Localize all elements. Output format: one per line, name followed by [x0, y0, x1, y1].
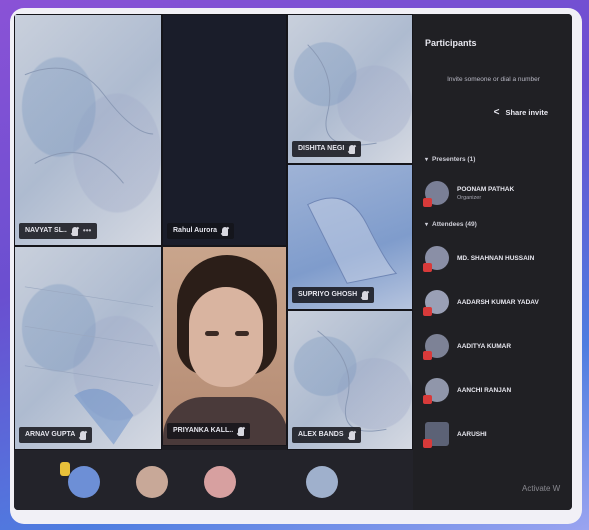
mic-off-icon: [348, 430, 355, 440]
participant-name-tag: Rahul Aurora: [167, 223, 235, 239]
share-invite-button[interactable]: < Share invite: [425, 107, 548, 118]
mic-off-icon: [71, 226, 78, 236]
presenters-section-toggle[interactable]: ▾ Presenters (1): [425, 156, 562, 163]
avatar[interactable]: [136, 466, 168, 498]
participant-name: NAVYAT SL..: [25, 227, 67, 234]
participant-name: SUPRIYO GHOSH: [298, 291, 358, 298]
panel-title: Participants: [425, 38, 477, 48]
video-tile-1[interactable]: NAVYAT SL.. •••: [14, 14, 162, 246]
video-tile-7[interactable]: ALEX BANDS: [287, 310, 413, 450]
participant-name: Rahul Aurora: [173, 227, 218, 234]
avatar: [423, 246, 449, 272]
chevron-down-icon: ▾: [425, 222, 429, 228]
raise-hand-icon: [60, 462, 70, 476]
participant-name: DISHITA NEGI: [298, 145, 345, 152]
avatar: [423, 290, 449, 316]
participant-role: Organizer: [457, 194, 482, 201]
participant-name: AADITYA KUMAR: [457, 342, 512, 350]
participant-name-tag: ARNAV GUPTA: [19, 427, 93, 443]
participant-name-tag: PRIYANKA KALL..: [167, 423, 251, 439]
avatar[interactable]: [306, 466, 338, 498]
person-face: [189, 287, 263, 387]
map-lines: [24, 67, 154, 184]
participant-name: ARNAV GUPTA: [25, 431, 76, 438]
video-tile-6[interactable]: PRIYANKA KALL..: [162, 246, 287, 446]
section-label: Attendees (49): [432, 221, 477, 228]
map-lines: [24, 286, 154, 445]
video-tile-3[interactable]: DISHITA NEGI: [287, 14, 413, 164]
participant-name-tag: ALEX BANDS: [292, 427, 361, 443]
avatar[interactable]: [204, 466, 236, 498]
list-item[interactable]: AADARSH KUMAR YADAV: [423, 280, 562, 324]
invite-input[interactable]: Invite someone or dial a number: [425, 76, 562, 83]
list-item[interactable]: MD. SHAHNAN HUSSAIN: [423, 236, 562, 280]
participant-name: PRIYANKA KALL..: [173, 427, 234, 434]
chevron-down-icon: ▾: [425, 157, 429, 163]
participant-name: AADARSH KUMAR YADAV: [457, 298, 539, 306]
mic-off-icon: [349, 144, 356, 154]
person-eye: [235, 331, 249, 336]
list-item[interactable]: POONAM PATHAK Organizer: [423, 171, 562, 215]
mic-off-icon: [238, 426, 245, 436]
list-item[interactable]: AADITYA KUMAR: [423, 324, 562, 368]
mic-off-icon: [362, 290, 369, 300]
meeting-window: NAVYAT SL.. ••• Rahul Aurora DISHITA NEG…: [14, 14, 572, 510]
list-item[interactable]: AANCHI RANJAN: [423, 368, 562, 412]
participants-panel: Participants Invite someone or dial a nu…: [413, 14, 572, 510]
video-tile-4[interactable]: SUPRIYO GHOSH: [287, 164, 413, 310]
section-label: Presenters (1): [432, 156, 476, 163]
activate-windows-watermark: Activate W: [522, 484, 561, 493]
attendees-section-toggle[interactable]: ▾ Attendees (49): [425, 221, 562, 228]
participant-name-tag: SUPRIYO GHOSH: [292, 287, 375, 303]
participant-name: MD. SHAHNAN HUSSAIN: [457, 254, 535, 262]
video-tile-5[interactable]: ARNAV GUPTA: [14, 246, 162, 450]
share-label: Share invite: [505, 108, 548, 117]
participant-name: AANCHI RANJAN: [457, 386, 512, 394]
avatar: [423, 422, 449, 448]
avatar: [423, 181, 449, 207]
participant-name-tag: DISHITA NEGI: [292, 141, 362, 157]
more-options-icon[interactable]: •••: [83, 223, 91, 239]
participant-name: POONAM PATHAK: [457, 185, 515, 193]
mic-off-icon: [222, 226, 229, 236]
participant-strip: [14, 450, 413, 510]
avatar: [423, 378, 449, 404]
mic-off-icon: [80, 430, 87, 440]
share-icon: <: [493, 107, 500, 118]
video-tile-2[interactable]: Rahul Aurora: [162, 14, 287, 246]
participant-name-tag: NAVYAT SL.. •••: [19, 223, 98, 239]
participant-name: AARUSHI: [457, 430, 487, 438]
list-item[interactable]: AARUSHI: [423, 412, 562, 456]
person-eye: [205, 331, 219, 336]
participant-name: ALEX BANDS: [298, 431, 344, 438]
avatar[interactable]: [68, 466, 100, 498]
avatar: [423, 334, 449, 360]
